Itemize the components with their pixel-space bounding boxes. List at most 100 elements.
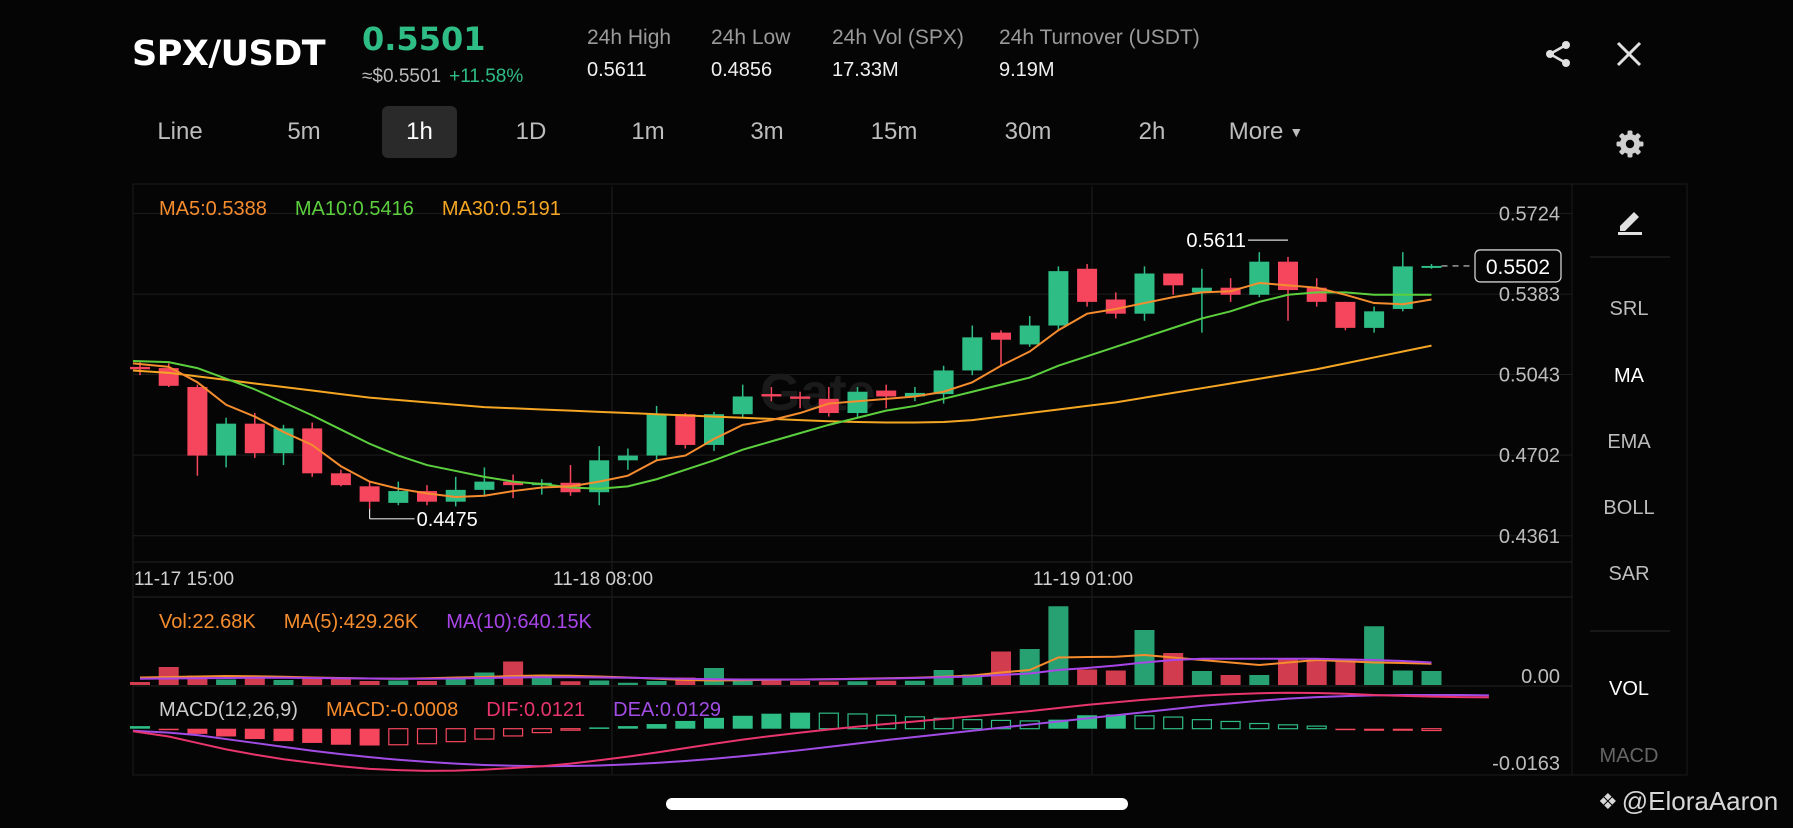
- draw-pencil-icon[interactable]: [1610, 200, 1650, 240]
- ma-legend: MA5:0.5388 MA10:0.5416 MA30:0.5191: [159, 198, 561, 221]
- vol-legend: Vol:22.68K MA(5):429.26K MA(10):640.15K: [159, 611, 592, 634]
- candle-body: [991, 332, 1011, 340]
- macd-histogram-bar: [732, 715, 753, 729]
- volume-bar: [617, 682, 638, 685]
- volume-bar: [818, 681, 839, 685]
- indicator-ma[interactable]: MA: [1572, 365, 1686, 388]
- indicator-ema[interactable]: EMA: [1572, 431, 1686, 454]
- volume-bar: [1249, 675, 1270, 685]
- macd-histogram-bar: [560, 728, 581, 731]
- diamond-logo-icon: ❖: [1598, 788, 1618, 814]
- volume-bar: [904, 680, 925, 685]
- indicator-boll[interactable]: BOLL: [1572, 497, 1686, 520]
- candle-body: [244, 423, 265, 454]
- candle-body: [1335, 301, 1356, 328]
- candle-body: [1249, 261, 1270, 295]
- candle-body: [130, 366, 150, 370]
- indicator-srl[interactable]: SRL: [1572, 298, 1686, 321]
- y-tick-label: 0.5383: [1499, 284, 1560, 306]
- volume-bar: [1392, 670, 1413, 685]
- vol-y-tick-label: 0.00: [1521, 666, 1560, 688]
- volume-bar: [1364, 626, 1385, 685]
- x-tick-label: 11-18 08:00: [553, 569, 654, 590]
- macd-histogram-bar: [330, 728, 351, 745]
- indicator-macd[interactable]: MACD: [1572, 745, 1686, 768]
- macd-histogram-bar: [503, 728, 524, 737]
- macd-histogram-bar: [790, 712, 811, 729]
- volume-bar: [1335, 658, 1356, 685]
- macd-histogram-bar: [1134, 715, 1155, 730]
- dif-legend: DIF:0.0121: [486, 699, 586, 721]
- volume-bar: [991, 651, 1011, 685]
- volume-bar: [330, 678, 351, 685]
- macd-histogram-bar: [531, 728, 552, 734]
- volume-bar: [273, 680, 294, 685]
- ma30-legend: MA30:0.5191: [441, 198, 561, 220]
- candle-body: [1134, 273, 1155, 314]
- macd-histogram-bar: [187, 728, 208, 734]
- macd-histogram-bar: [302, 728, 323, 743]
- candle-body: [704, 414, 724, 445]
- macd-histogram-bar: [1306, 725, 1327, 730]
- author-watermark: ❖ @EloraAaron: [1598, 786, 1778, 817]
- volume-bar: [1191, 671, 1212, 685]
- macd-histogram-bar: [1191, 719, 1213, 730]
- x-tick-label: 11-19 01:00: [1033, 569, 1134, 590]
- volume-bar: [876, 680, 897, 685]
- volume-bar: [589, 680, 610, 685]
- macd-legend: MACD(12,26,9) MACD:-0.0008 DIF:0.0121 DE…: [159, 699, 721, 722]
- candle-body: [933, 370, 954, 395]
- home-indicator: [666, 798, 1128, 810]
- last-price-box-label: 0.5502: [1486, 256, 1550, 279]
- macd-params-legend: MACD(12,26,9): [159, 699, 298, 721]
- macd-histogram-bar: [962, 719, 983, 730]
- volume-bar: [359, 681, 380, 685]
- candle-body: [474, 481, 495, 490]
- volume-bar: [790, 681, 811, 685]
- volume-bar: [1421, 671, 1442, 685]
- volume-bar: [244, 678, 265, 685]
- macd-histogram-bar: [1249, 722, 1270, 730]
- macd-histogram-bar: [1364, 728, 1385, 731]
- volume-bar: [1105, 670, 1126, 685]
- volume-bar: [388, 680, 409, 685]
- macd-histogram-bar: [1220, 720, 1241, 730]
- volume-bar: [646, 681, 667, 685]
- candle-body: [732, 396, 753, 415]
- macd-histogram-bar: [445, 728, 466, 743]
- macd-histogram-bar: [1335, 728, 1356, 731]
- y-tick-label: 0.4702: [1499, 445, 1560, 467]
- macd-histogram-bar: [130, 726, 150, 729]
- macd-histogram-bar: [1392, 728, 1413, 731]
- candle-body: [1077, 268, 1098, 302]
- y-tick-label: 0.4361: [1499, 526, 1560, 548]
- candle-body: [962, 337, 983, 371]
- macd-histogram-bar: [216, 728, 237, 737]
- candle-body: [646, 414, 667, 456]
- volume-bar: [1048, 606, 1069, 685]
- macd-histogram-bar: [273, 728, 294, 742]
- macd-histogram-bar: [474, 728, 495, 740]
- candle-body: [330, 473, 351, 486]
- indicator-vol[interactable]: VOL: [1572, 678, 1686, 701]
- candle-body: [1421, 265, 1442, 268]
- watermark-text: @EloraAaron: [1621, 786, 1779, 816]
- macd-histogram-bar: [416, 728, 438, 745]
- indicator-sar[interactable]: SAR: [1572, 563, 1686, 586]
- candle-body: [1048, 271, 1069, 326]
- candle-body: [675, 414, 696, 445]
- macd-histogram-bar: [359, 728, 380, 746]
- macd-histogram-bar: [761, 713, 782, 729]
- volume-bar: [704, 668, 724, 685]
- volume-bar: [216, 679, 237, 685]
- candle-body: [761, 394, 782, 397]
- macd-histogram-bar: [1163, 716, 1184, 730]
- macd-histogram-bar: [589, 727, 610, 729]
- high-price-label: 0.5611: [1186, 230, 1246, 252]
- macd-histogram-bar: [158, 728, 179, 731]
- macd-histogram-bar: [818, 712, 839, 730]
- volume-bar: [560, 681, 581, 685]
- volume-bar: [1306, 658, 1327, 685]
- y-tick-label: 0.5043: [1499, 364, 1560, 386]
- macd-histogram-bar: [617, 726, 638, 729]
